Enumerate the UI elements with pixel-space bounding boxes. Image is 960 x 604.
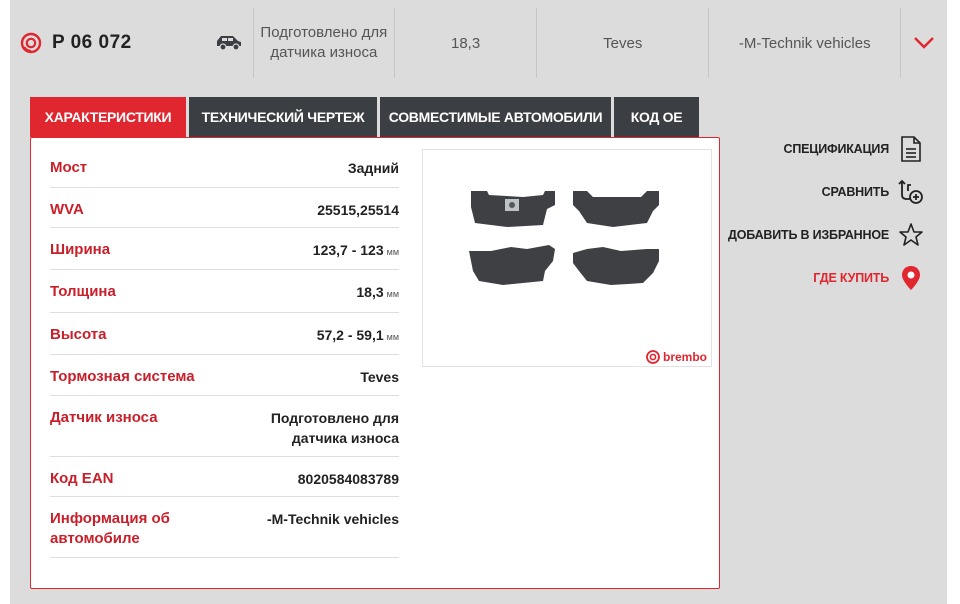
spec-label: WVA: [50, 201, 84, 218]
spec-label: Мост: [50, 159, 88, 176]
document-icon: [898, 136, 924, 162]
product-summary-row[interactable]: P 06 072 Подготовлено для датчика износа…: [10, 8, 947, 78]
tab-characteristics[interactable]: ХАРАКТЕРИСТИКИ: [30, 97, 186, 137]
brembo-logo: brembo: [646, 350, 707, 364]
tab-technical-drawing[interactable]: ТЕХНИЧЕСКИЙ ЧЕРТЕЖ: [189, 97, 377, 137]
spec-value: Задний: [347, 160, 399, 176]
spec-row: Код EAN 8020584083789: [50, 457, 399, 497]
thickness-cell: 18,3: [393, 8, 536, 78]
spec-label: Датчик износа: [50, 409, 158, 426]
spec-label: Высота: [50, 326, 107, 343]
car-icon: [216, 36, 241, 51]
spec-row: Датчик износа Подготовлено для датчика и…: [50, 396, 399, 457]
brake-disc-icon: [20, 32, 42, 54]
spec-value: 8020584083789: [297, 471, 399, 487]
unit-label: мм: [386, 289, 399, 299]
spec-value: 18,3 мм: [356, 284, 399, 300]
where-to-buy-label: ГДЕ КУПИТЬ: [813, 271, 889, 285]
spec-value: 25515,25514: [317, 202, 399, 218]
tab-oe-code[interactable]: КОД ОЕ: [614, 97, 699, 137]
spec-value: -M-Technik vehicles: [266, 511, 399, 527]
characteristics-panel: Мост Задний WVA 25515,25514 Ширина 123,7…: [30, 137, 720, 589]
tab-bar: ХАРАКТЕРИСТИКИ ТЕХНИЧЕСКИЙ ЧЕРТЕЖ СОВМЕС…: [30, 97, 702, 137]
spec-row: Информация об автомобиле -M-Technik vehi…: [50, 497, 399, 558]
spec-label: Тормозная система: [50, 368, 195, 385]
brake-pads-image: [469, 191, 659, 285]
star-icon: [898, 222, 924, 248]
compare-button[interactable]: СРАВНИТЬ: [728, 179, 924, 205]
spec-row: WVA 25515,25514: [50, 188, 399, 228]
spec-row: Ширина 123,7 - 123 мм: [50, 228, 399, 270]
map-pin-icon: [898, 265, 924, 291]
specification-button[interactable]: СПЕЦИФИКАЦИЯ: [728, 136, 924, 162]
spec-value: 57,2 - 59,1 мм: [316, 327, 399, 343]
where-to-buy-button[interactable]: ГДЕ КУПИТЬ: [728, 266, 924, 290]
part-number-cell: P 06 072: [10, 8, 253, 78]
spec-label: Ширина: [50, 241, 111, 258]
spec-value: 123,7 - 123 мм: [312, 242, 399, 258]
specification-label: СПЕЦИФИКАЦИЯ: [783, 142, 890, 156]
brembo-logo-icon: [646, 350, 660, 364]
compare-icon: [898, 179, 924, 205]
brembo-logo-text: brembo: [662, 350, 707, 364]
spec-value: Подготовлено для датчика износа: [270, 410, 399, 446]
spec-row: Толщина 18,3 мм: [50, 270, 399, 313]
compare-label: СРАВНИТЬ: [821, 185, 890, 199]
brake-system-cell: Teves: [536, 8, 708, 78]
spec-value: Teves: [360, 369, 399, 385]
wear-sensor-cell: Подготовлено для датчика износа: [252, 8, 394, 78]
spec-label: Толщина: [50, 283, 116, 300]
part-number: P 06 072: [52, 32, 132, 53]
favorites-label: ДОБАВИТЬ В ИЗБРАННОЕ: [728, 228, 889, 242]
spec-table: Мост Задний WVA 25515,25514 Ширина 123,7…: [50, 146, 399, 558]
vehicle-info-cell: -M-Technik vehicles: [708, 8, 900, 78]
tab-compatible-vehicles[interactable]: СОВМЕСТИМЫЕ АВТОМОБИЛИ: [380, 97, 611, 137]
spec-label: Код EAN: [50, 470, 114, 487]
product-image[interactable]: brembo: [422, 149, 712, 367]
add-to-favorites-button[interactable]: ДОБАВИТЬ В ИЗБРАННОЕ: [728, 223, 924, 247]
spec-row: Мост Задний: [50, 146, 399, 188]
spec-row: Высота 57,2 - 59,1 мм: [50, 313, 399, 355]
expand-toggle[interactable]: [900, 8, 947, 78]
spec-row: Тормозная система Teves: [50, 355, 399, 396]
product-actions: СПЕЦИФИКАЦИЯ СРАВНИТЬ ДОБАВИТЬ В ИЗБРАНН…: [728, 136, 924, 309]
spec-label: Информация об автомобиле: [50, 510, 170, 547]
chevron-down-icon[interactable]: [913, 36, 935, 50]
unit-label: мм: [386, 247, 399, 257]
unit-label: мм: [386, 332, 399, 342]
